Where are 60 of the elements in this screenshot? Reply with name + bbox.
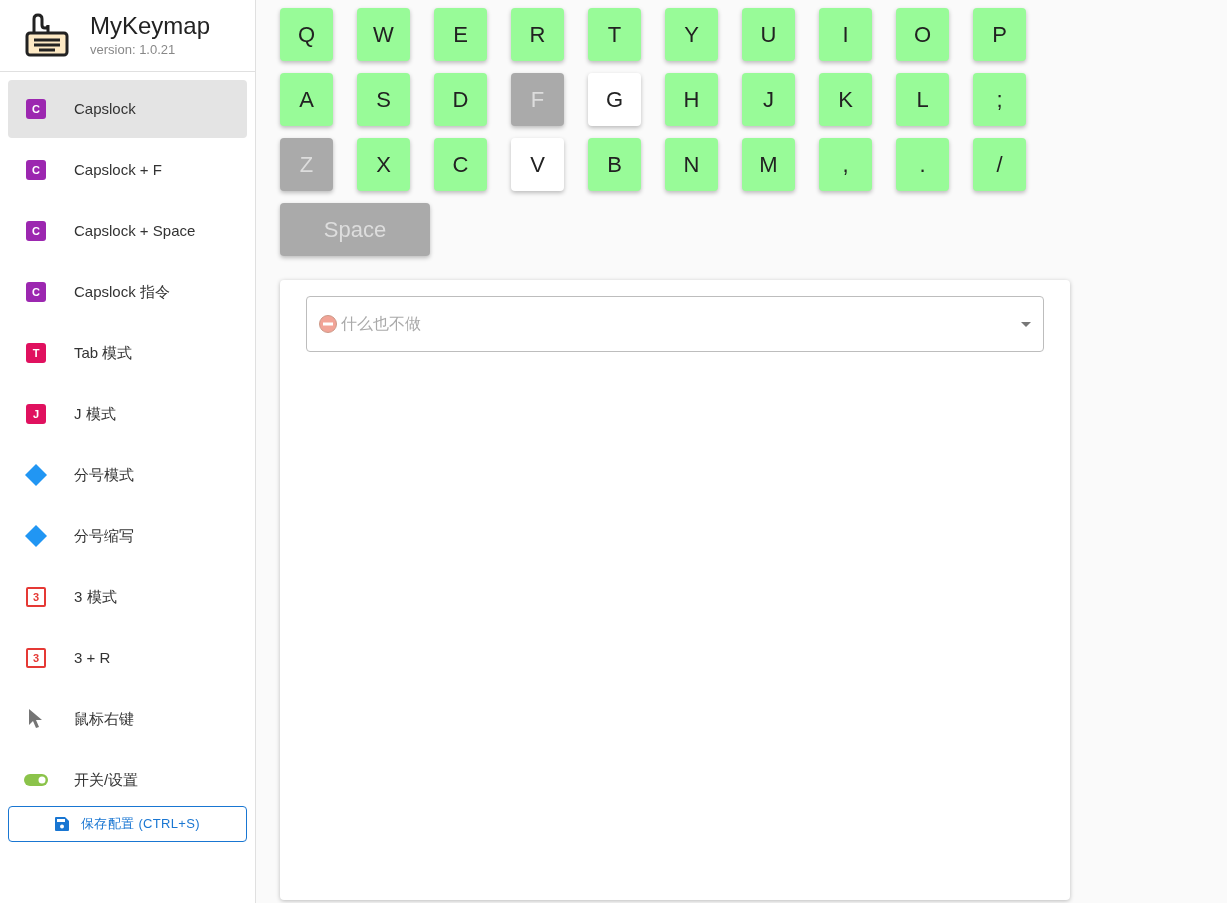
key-button[interactable]: . [896,138,949,191]
key-button[interactable]: Y [665,8,718,61]
save-button[interactable]: 保存配置 (CTRL+S) [8,806,247,842]
key-button[interactable]: J [742,73,795,126]
diamond-icon [24,524,48,548]
sidebar-item[interactable]: 鼠标右键 [8,690,247,748]
keyboard-logo-icon [24,12,70,59]
key-button[interactable]: T [588,8,641,61]
letter-badge-icon: C [26,99,46,119]
letter-badge-icon: C [26,221,46,241]
number-badge-icon: 3 [26,648,46,668]
key-button[interactable]: B [588,138,641,191]
sidebar-item[interactable]: C Capslock + Space [8,202,247,260]
sidebar-item[interactable]: 3 3 模式 [8,568,247,626]
app-title: MyKeymap [90,11,211,40]
key-button[interactable]: P [973,8,1026,61]
key-button[interactable]: N [665,138,718,191]
key-button[interactable]: , [819,138,872,191]
key-button[interactable]: I [819,8,872,61]
sidebar-item[interactable]: 分号模式 [8,446,247,504]
key-button[interactable]: A [280,73,333,126]
sidebar-item[interactable]: C Capslock + F [8,141,247,199]
key-button[interactable]: U [742,8,795,61]
no-entry-icon [319,315,337,333]
key-button[interactable]: V [511,138,564,191]
sidebar-item[interactable]: J J 模式 [8,385,247,443]
number-badge-icon: 3 [26,587,46,607]
key-button[interactable]: ; [973,73,1026,126]
key-button[interactable]: G [588,73,641,126]
diamond-icon [24,463,48,487]
key-button[interactable]: X [357,138,410,191]
key-button[interactable]: R [511,8,564,61]
letter-badge-icon: C [26,282,46,302]
sidebar-item[interactable]: T Tab 模式 [8,324,247,382]
sidebar-item[interactable]: C Capslock 指令 [8,263,247,321]
key-button[interactable]: / [973,138,1026,191]
toggle-icon [24,774,48,786]
key-button[interactable]: M [742,138,795,191]
key-button[interactable]: L [896,73,949,126]
dropdown-caret-icon [1021,321,1031,327]
select-placeholder: 什么也不做 [341,314,421,334]
key-button[interactable]: O [896,8,949,61]
sidebar-item[interactable]: 分号缩写 [8,507,247,565]
version-label: version: 1.0.21 [90,40,177,59]
letter-badge-icon: J [26,404,46,424]
key-button[interactable]: H [665,73,718,126]
save-icon [55,817,70,831]
sidebar-item[interactable]: C Capslock [8,80,247,138]
key-button[interactable]: Q [280,8,333,61]
cursor-icon [28,708,44,730]
sidebar-item[interactable]: 3 3 + R [8,629,247,687]
key-button[interactable]: W [357,8,410,61]
sidebar-item[interactable]: 开关/设置 [8,751,247,809]
key-button[interactable]: S [357,73,410,126]
key-button[interactable]: D [434,73,487,126]
key-button[interactable]: C [434,138,487,191]
letter-badge-icon: T [26,343,46,363]
letter-badge-icon: C [26,160,46,180]
key-button[interactable]: E [434,8,487,61]
key-button[interactable]: K [819,73,872,126]
